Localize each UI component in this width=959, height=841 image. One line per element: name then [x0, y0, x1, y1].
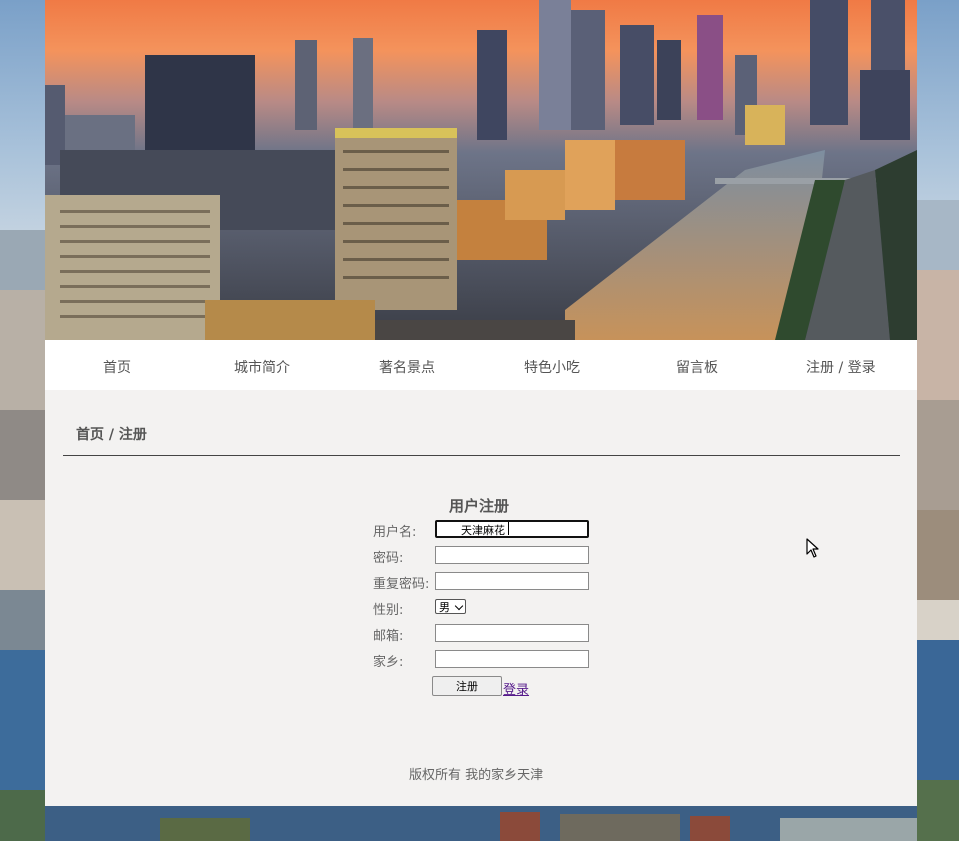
login-link[interactable]: 登录 [503, 679, 529, 698]
register-button[interactable]: 注册 [432, 676, 502, 696]
text-caret [508, 522, 509, 535]
breadcrumb: 首页 / 注册 [76, 427, 147, 443]
nav-item-city-intro[interactable]: 城市简介 [234, 357, 290, 377]
nav-item-register-login[interactable]: 注册 / 登录 [806, 357, 876, 377]
repeat-password-input[interactable] [435, 572, 589, 590]
nav-item-attractions[interactable]: 著名景点 [379, 357, 435, 377]
footer-copyright: 版权所有 我的家乡天津 [409, 768, 544, 783]
mouse-cursor-icon [806, 538, 819, 558]
hometown-input[interactable] [435, 650, 589, 668]
breadcrumb-divider [63, 455, 900, 456]
password-input[interactable] [435, 546, 589, 564]
gender-selected-value: 男 [439, 600, 450, 614]
form-title: 用户注册 [449, 497, 510, 515]
banner-image [45, 0, 917, 340]
email-input[interactable] [435, 624, 589, 642]
email-label: 邮箱: [373, 629, 404, 644]
chevron-down-icon [454, 601, 464, 611]
username-label: 用户名: [373, 525, 417, 540]
username-input[interactable] [435, 520, 589, 538]
gender-label: 性别: [373, 603, 404, 618]
nav-item-snacks[interactable]: 特色小吃 [524, 357, 580, 377]
nav-item-guestbook[interactable]: 留言板 [676, 357, 718, 377]
page-container: 首页 城市简介 著名景点 特色小吃 留言板 注册 / 登录 首页 / 注册 用户… [45, 0, 917, 806]
hometown-label: 家乡: [373, 655, 404, 670]
repeat-password-label: 重复密码: [373, 577, 430, 592]
username-value: 天津麻花 [461, 524, 505, 537]
gender-select[interactable]: 男 [435, 599, 466, 614]
top-nav: 首页 城市简介 著名景点 特色小吃 留言板 注册 / 登录 [45, 340, 917, 390]
password-label: 密码: [373, 551, 404, 566]
nav-item-home[interactable]: 首页 [103, 357, 131, 377]
